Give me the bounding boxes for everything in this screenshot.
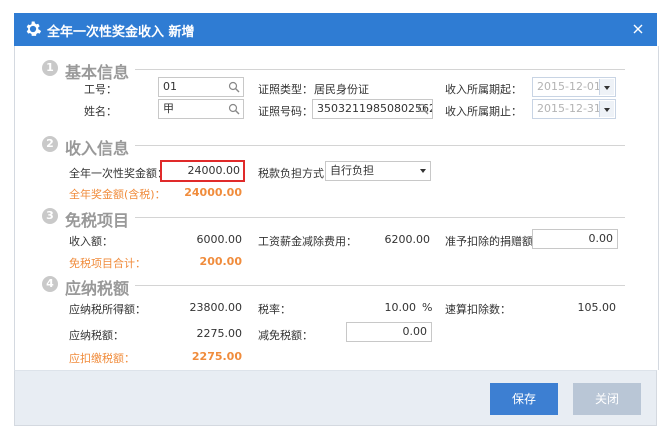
emp-no-label: 工号： (84, 83, 117, 96)
emp-no-input[interactable]: 01 (158, 77, 244, 97)
tax-method-select[interactable]: 自行负担 (325, 161, 431, 181)
section-divider (135, 285, 625, 286)
section-divider (135, 69, 625, 70)
id-type-value: 居民身份证 (314, 83, 369, 96)
period-end-picker[interactable]: 2015-12-31 (532, 99, 616, 119)
id-no-label: 证照号码： (258, 105, 313, 118)
section-divider (135, 217, 625, 218)
period-end-label: 收入所属期止： (445, 105, 522, 118)
donation-label: 准予扣除的捐赠额： (445, 235, 544, 248)
search-icon[interactable] (228, 81, 240, 93)
section-title-tax: 应纳税额 (65, 279, 130, 298)
tax-method-label: 税款负担方式： (258, 167, 335, 180)
rate-label: 税率： (258, 303, 291, 316)
exempt-total-label: 免税项目合计： (69, 257, 146, 270)
salary-deduct-value: 6200.00 (384, 233, 431, 246)
quick-deduct-value: 105.00 (577, 301, 617, 314)
id-no-input[interactable]: 35032119850802562 (312, 99, 433, 119)
emp-no-value: 01 (163, 80, 177, 93)
exempt-total-value: 200.00 (199, 255, 242, 268)
rate-value: 10.00 (384, 301, 417, 314)
chevron-down-icon[interactable] (416, 162, 430, 180)
tax-payable-value: 2275.00 (196, 327, 243, 340)
taxable-income-value: 23800.00 (189, 301, 243, 314)
section-title-exempt: 免税项目 (65, 211, 130, 230)
tax-method-value: 自行负担 (330, 164, 374, 177)
period-start-label: 收入所属期起： (445, 83, 522, 96)
name-input[interactable]: 甲 (158, 99, 244, 119)
search-icon[interactable] (228, 103, 240, 115)
chevron-down-icon[interactable] (599, 79, 614, 95)
period-start-value: 2015-12-01 (537, 80, 601, 93)
section-number-3: 3 (42, 208, 58, 224)
period-end-value: 2015-12-31 (537, 102, 601, 115)
exempt-income-label: 收入额： (69, 235, 113, 248)
save-button[interactable]: 保存 (490, 383, 558, 415)
quick-deduct-label: 速算扣除数： (445, 303, 511, 316)
relief-input[interactable]: 0.00 (346, 322, 432, 342)
exempt-income-value: 6000.00 (196, 233, 243, 246)
name-value: 甲 (163, 102, 174, 115)
search-icon[interactable] (417, 103, 429, 115)
section-number-4: 4 (42, 276, 58, 292)
dialog-title-bar: 全年一次性奖金收入 新增 (14, 13, 657, 46)
period-start-picker[interactable]: 2015-12-01 (532, 77, 616, 97)
bonus-total-value: 24000.00 (184, 186, 242, 199)
section-title-basic: 基本信息 (65, 63, 130, 82)
bonus-input[interactable]: 24000.00 (162, 164, 241, 177)
relief-label: 减免税额： (258, 329, 313, 342)
salary-deduct-label: 工资薪金减除费用： (258, 235, 357, 248)
chevron-down-icon[interactable] (599, 101, 614, 117)
section-number-2: 2 (42, 136, 58, 152)
section-number-1: 1 (42, 60, 58, 76)
id-type-label: 证照类型： (258, 83, 313, 96)
taxable-income-label: 应纳税所得额： (69, 303, 146, 316)
gear-icon (26, 21, 42, 36)
tax-payable-label: 应纳税额： (69, 329, 124, 342)
withhold-value: 2275.00 (191, 350, 242, 363)
section-title-income: 收入信息 (65, 139, 130, 158)
rate-unit: % (422, 301, 433, 314)
name-label: 姓名： (84, 105, 117, 118)
id-no-value: 35032119850802562 (317, 102, 433, 115)
close-button[interactable]: 关闭 (573, 383, 641, 415)
close-icon[interactable] (631, 22, 645, 36)
section-divider (135, 145, 625, 146)
bonus-total-label: 全年奖金额(含税)： (69, 188, 166, 201)
bonus-label: 全年一次性奖金额： (69, 167, 168, 180)
donation-input[interactable]: 0.00 (532, 229, 618, 249)
dialog-title: 全年一次性奖金收入 新增 (47, 25, 195, 40)
withhold-label: 应扣缴税额： (69, 352, 135, 365)
dialog-footer: 保存 关闭 (14, 370, 657, 426)
